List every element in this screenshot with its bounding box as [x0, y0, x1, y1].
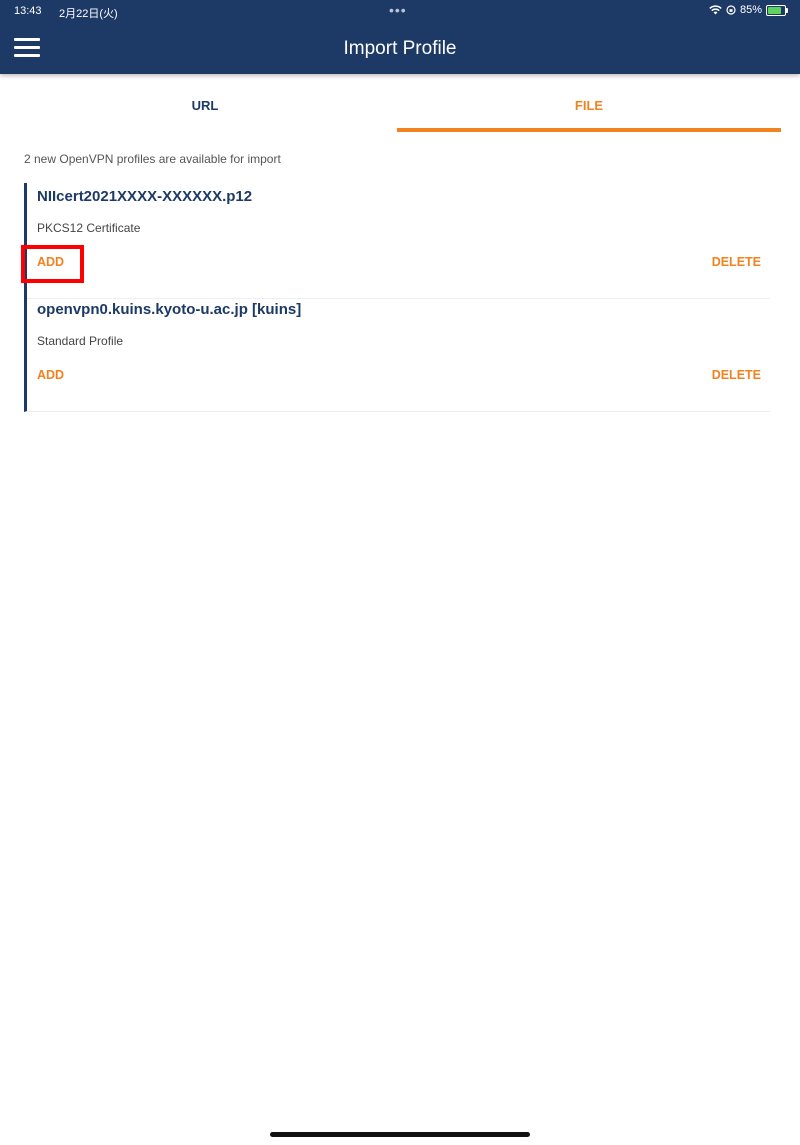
profile-name: NIIcert2021XXXX-XXXXXX.p12: [37, 188, 253, 205]
wifi-icon: [709, 5, 722, 15]
add-button[interactable]: ADD: [37, 255, 64, 269]
status-time: 13:43: [14, 5, 42, 17]
status-date: 2月22日(火): [59, 8, 118, 20]
status-right: 85%: [709, 4, 788, 16]
profile-card: openvpn0.kuins.kyoto-u.ac.jp [kuins] Sta…: [24, 296, 770, 412]
page-title: Import Profile: [343, 38, 457, 59]
tab-url[interactable]: URL: [13, 86, 397, 132]
delete-button[interactable]: DELETE: [712, 368, 761, 382]
profile-type: Standard Profile: [37, 334, 124, 348]
app-header: 13:43 2月22日(火) ••• 85% Import Profile: [0, 0, 800, 74]
profile-type: PKCS12 Certificate: [37, 221, 141, 235]
home-indicator[interactable]: [270, 1132, 530, 1137]
add-button[interactable]: ADD: [37, 368, 64, 382]
orientation-lock-icon: [726, 5, 736, 15]
profile-name: openvpn0.kuins.kyoto-u.ac.jp [kuins]: [37, 301, 302, 318]
profile-card: NIIcert2021XXXX-XXXXXX.p12 PKCS12 Certif…: [21, 183, 770, 299]
battery-icon: [766, 4, 788, 16]
delete-button[interactable]: DELETE: [712, 255, 761, 269]
import-info-text: 2 new OpenVPN profiles are available for…: [24, 152, 281, 166]
tab-bar: URL FILE: [13, 86, 781, 132]
battery-percent: 85%: [739, 4, 762, 16]
status-bar: 13:43 2月22日(火) ••• 85%: [0, 0, 800, 22]
multitask-dots[interactable]: •••: [389, 2, 407, 18]
tab-file[interactable]: FILE: [397, 86, 781, 132]
